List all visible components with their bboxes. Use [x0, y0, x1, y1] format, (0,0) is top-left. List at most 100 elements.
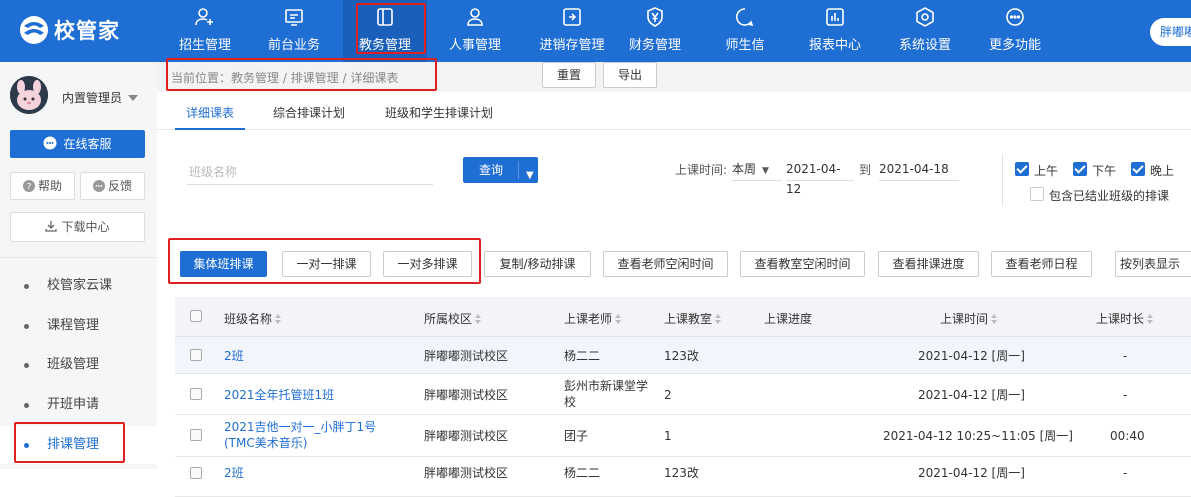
date-from-input[interactable]: 2021-04-12 — [786, 159, 854, 196]
schedule-progress-button[interactable]: 查看排课进度 — [878, 251, 979, 277]
app-logo[interactable]: 校管家 — [18, 14, 120, 46]
nav-finance[interactable]: 财务管理 — [613, 0, 697, 62]
online-service-button[interactable]: 在线客服 — [10, 130, 145, 158]
nav-more[interactable]: 更多功能 — [973, 0, 1057, 62]
nav-messages[interactable]: 师生信 — [703, 0, 787, 62]
sidebar-item-label: 开班申请 — [47, 397, 100, 412]
table-row[interactable]: 2班 胖嘟嘟测试校区 杨二二 123改 2021-04-12 [周一] - — [175, 337, 1191, 374]
tab-bar: 详细课表 综合排课计划 班级和学生排课计划 — [157, 92, 1191, 130]
sort-icon[interactable] — [615, 314, 622, 324]
one-on-one-schedule-button[interactable]: 一对一排课 — [282, 251, 371, 277]
campus-cell: 胖嘟嘟测试校区 — [424, 429, 509, 443]
query-button[interactable]: 查询 ▼ — [463, 157, 538, 183]
reset-button[interactable]: 重置 — [542, 62, 596, 88]
group-class-schedule-button[interactable]: 集体班排课 — [180, 251, 267, 277]
tab-underline — [175, 128, 245, 130]
class-name-link[interactable]: 2班 — [224, 348, 244, 364]
teacher-cell: 杨二二 — [564, 466, 601, 480]
select-all-checkbox[interactable] — [190, 310, 202, 322]
one-to-many-schedule-button[interactable]: 一对多排课 — [383, 251, 472, 277]
breadcrumb-bar: 当前位置：教务管理 / 排课管理 / 详细课表 — [157, 62, 1191, 92]
nav-enrollment[interactable]: 招生管理 — [163, 0, 247, 62]
add-user-icon — [195, 8, 213, 26]
class-name-link[interactable]: 2021全年托管班1班 — [224, 387, 334, 403]
download-icon — [45, 221, 58, 232]
sidebar-item-class-request[interactable]: 开班申请 — [0, 386, 157, 424]
user-name[interactable]: 内置管理员 — [62, 89, 122, 106]
room-free-time-button[interactable]: 查看教室空闲时间 — [740, 251, 865, 277]
nav-inventory[interactable]: 进销存管理 — [523, 0, 621, 62]
campus-cell: 胖嘟嘟测试校区 — [424, 388, 509, 402]
time-cell: 2021-04-12 [周一] — [918, 388, 1025, 402]
inventory-icon — [563, 8, 581, 26]
table-row[interactable]: 2021吉他一对一_小胖丁1号 (TMC美术音乐) 胖嘟嘟测试校区 团子 1 2… — [175, 415, 1191, 457]
tab-class-student-plan[interactable]: 班级和学生排课计划 — [385, 104, 493, 121]
nav-academic[interactable]: 教务管理 — [343, 0, 427, 62]
sort-icon[interactable] — [715, 314, 722, 324]
am-checkbox[interactable] — [1015, 162, 1029, 176]
export-button[interactable]: 导出 — [603, 62, 657, 88]
sort-icon[interactable] — [475, 314, 482, 324]
nav-hr[interactable]: 人事管理 — [433, 0, 517, 62]
bullet-icon — [24, 443, 29, 448]
nav-label: 系统设置 — [898, 38, 951, 53]
app-name: 校管家 — [54, 19, 120, 43]
sidebar-item-label: 课程管理 — [47, 318, 100, 333]
download-center-button[interactable]: 下载中心 — [10, 212, 145, 242]
sort-icon[interactable] — [1147, 314, 1154, 324]
logo-icon — [20, 16, 48, 44]
include-closed-checkbox[interactable] — [1030, 187, 1044, 201]
nav-settings[interactable]: 系统设置 — [883, 0, 967, 62]
help-button[interactable]: ? 帮助 — [10, 172, 75, 200]
user-menu[interactable]: 胖嘟嘟 — [1150, 18, 1191, 46]
avatar[interactable] — [10, 76, 48, 114]
nav-label: 师生信 — [725, 38, 765, 53]
view-mode-select[interactable]: 按列表显示 — [1115, 251, 1191, 277]
row-checkbox[interactable] — [190, 388, 202, 400]
more-icon — [1006, 8, 1024, 26]
teacher-calendar-button[interactable]: 查看老师日程 — [991, 251, 1092, 277]
monitor-icon — [285, 9, 303, 26]
caret-down-icon[interactable] — [128, 95, 138, 101]
class-name-link[interactable]: 2班 — [224, 465, 244, 481]
sort-icon[interactable] — [991, 314, 998, 324]
campus-cell: 胖嘟嘟测试校区 — [424, 349, 509, 363]
sort-icon[interactable] — [275, 314, 282, 324]
week-select[interactable]: 本周 ▼ — [732, 159, 782, 181]
tab-detail-schedule[interactable]: 详细课表 — [186, 104, 234, 121]
nav-label: 教务管理 — [358, 38, 411, 53]
date-to-input[interactable]: 2021-04-18 — [879, 159, 959, 181]
sidebar-item-course[interactable]: 课程管理 — [0, 307, 157, 345]
nav-reports[interactable]: 报表中心 — [793, 0, 877, 62]
col-campus[interactable]: 所属校区 — [424, 310, 482, 327]
row-checkbox[interactable] — [190, 349, 202, 361]
table-row[interactable]: 2021全年托管班1班 胖嘟嘟测试校区 彭州市新课堂学校 2 2021-04-1… — [175, 374, 1191, 415]
sidebar-item-schedule[interactable]: 排课管理 — [0, 426, 157, 464]
nav-label: 前台业务 — [267, 38, 320, 53]
svg-text:?: ? — [27, 183, 32, 193]
col-time[interactable]: 上课时间 — [940, 310, 998, 327]
download-center-label: 下载中心 — [61, 220, 110, 234]
night-checkbox[interactable] — [1131, 162, 1145, 176]
room-cell: 123改 — [664, 466, 699, 480]
sidebar: 内置管理员 在线客服 ? 帮助 反馈 下载中心 校管家云课 课程管理 班级管理 开… — [0, 62, 157, 469]
tab-overall-plan[interactable]: 综合排课计划 — [273, 104, 345, 121]
row-checkbox[interactable] — [190, 429, 202, 441]
feedback-button[interactable]: 反馈 — [80, 172, 145, 200]
sidebar-item-class[interactable]: 班级管理 — [0, 346, 157, 384]
sidebar-item-cloud-course[interactable]: 校管家云课 — [0, 267, 157, 305]
class-name-link[interactable]: 2021吉他一对一_小胖丁1号 (TMC美术音乐) — [224, 419, 404, 451]
chevron-down-icon[interactable]: ▼ — [526, 163, 534, 189]
table-row[interactable]: 2班 胖嘟嘟测试校区 杨二二 123改 2021-04-12 [周一] - — [175, 457, 1191, 497]
col-teacher[interactable]: 上课老师 — [564, 310, 622, 327]
class-name-input[interactable]: 班级名称 — [187, 159, 433, 185]
copy-move-schedule-button[interactable]: 复制/移动排课 — [484, 251, 591, 277]
teacher-free-time-button[interactable]: 查看老师空闲时间 — [603, 251, 728, 277]
col-class-name[interactable]: 班级名称 — [224, 310, 282, 327]
col-duration[interactable]: 上课时长 — [1096, 310, 1154, 327]
avatar-image — [10, 76, 48, 114]
pm-checkbox[interactable] — [1073, 162, 1087, 176]
chat-icon — [736, 8, 754, 27]
nav-front-desk[interactable]: 前台业务 — [252, 0, 336, 62]
col-room[interactable]: 上课教室 — [664, 310, 722, 327]
